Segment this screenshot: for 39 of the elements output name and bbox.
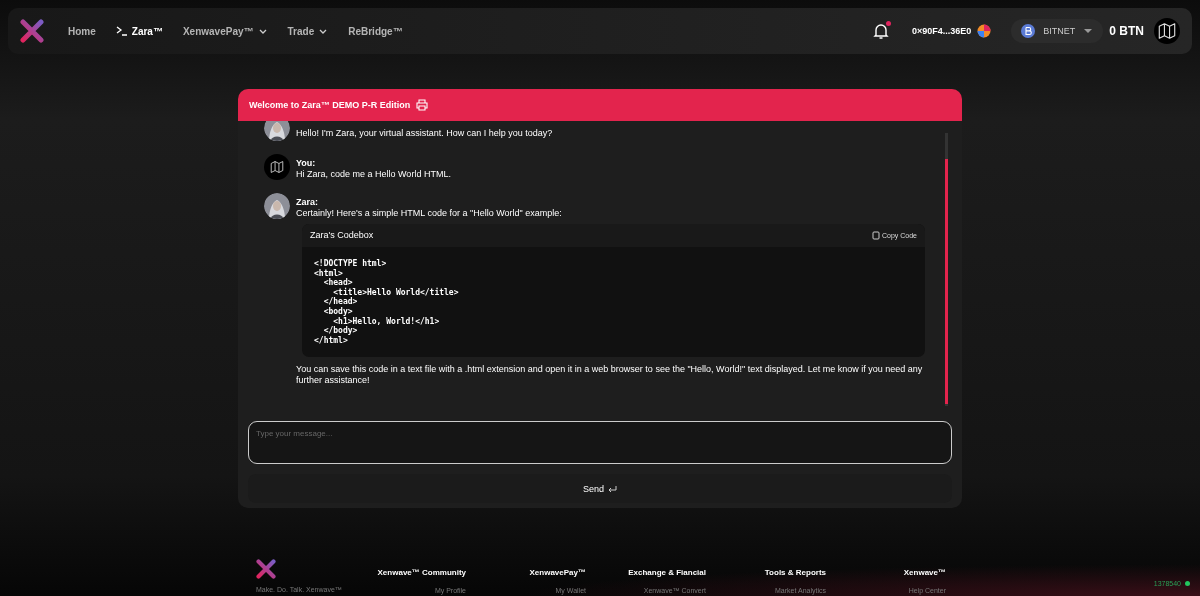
wallet-button[interactable]: 0×90F4...36E0: [906, 20, 998, 42]
footer-heading: Tools & Reports: [764, 568, 826, 577]
notification-button[interactable]: [870, 20, 892, 42]
sender-name: You:: [296, 158, 317, 169]
message-input[interactable]: Type your message...: [248, 421, 952, 464]
footer-heading: Xenwave™ Community: [377, 568, 466, 577]
message-text: You can save this code in a text file with a .html extension and open it in a web browser to see the "Hello, World!" text displayed. Let me know if you need any further assistance!: [296, 364, 924, 387]
nav-link[interactable]: XenwavePay™: [172, 21, 278, 41]
avatar-silhouette-icon: [264, 121, 290, 141]
codebox-title: Zara's Codebox: [310, 230, 374, 241]
message-text: Hi Zara, code me a Hello World HTML.: [296, 169, 452, 180]
scrollbar[interactable]: [945, 133, 948, 406]
footer-heading: Exchange & Fiancial: [628, 568, 706, 577]
message-text: Certainly! Here's a simple HTML code for a "Hello World" example:: [296, 208, 563, 219]
avatar-silhouette-icon: [264, 193, 290, 219]
logo-icon: [256, 558, 276, 580]
code-text: <!DOCTYPE html> <html> <head> <title>Hello World</title> </head> <body> <h1>Hello, World!</h1> </body> </html>: [313, 258, 460, 347]
logo-icon: [20, 19, 44, 43]
profile-button[interactable]: [1154, 18, 1180, 44]
terminal-icon: [115, 26, 128, 36]
bell-icon: [872, 22, 890, 40]
nav-link[interactable]: Home: [58, 21, 106, 41]
sender-name: Zara:: [296, 197, 319, 208]
network-selector[interactable]: BITNET: [1011, 19, 1104, 43]
coin-icon: [1021, 24, 1036, 38]
clipboard-icon: [871, 231, 880, 240]
printer-icon: [416, 99, 429, 111]
nav-link[interactable]: ReBridge™: [338, 21, 413, 41]
footer-heading: XenwavePay™: [529, 568, 586, 577]
caret-icon: [1083, 27, 1094, 35]
enter-icon: [608, 484, 617, 493]
send-button[interactable]: Send: [248, 474, 952, 503]
footer-heading: Xenwave™: [903, 568, 946, 577]
nav-link[interactable]: Zara™: [105, 21, 173, 41]
wallet-avatar-icon: [977, 24, 992, 38]
balance-text: 0 BTN: [1109, 24, 1144, 38]
chat-title: Welcome to Zara™ DEMO P-R Edition: [249, 100, 411, 110]
message-text: Hello! I'm Zara, your virtual assistant. How can I help you today?: [296, 128, 554, 139]
nav-link[interactable]: Trade: [277, 21, 339, 41]
